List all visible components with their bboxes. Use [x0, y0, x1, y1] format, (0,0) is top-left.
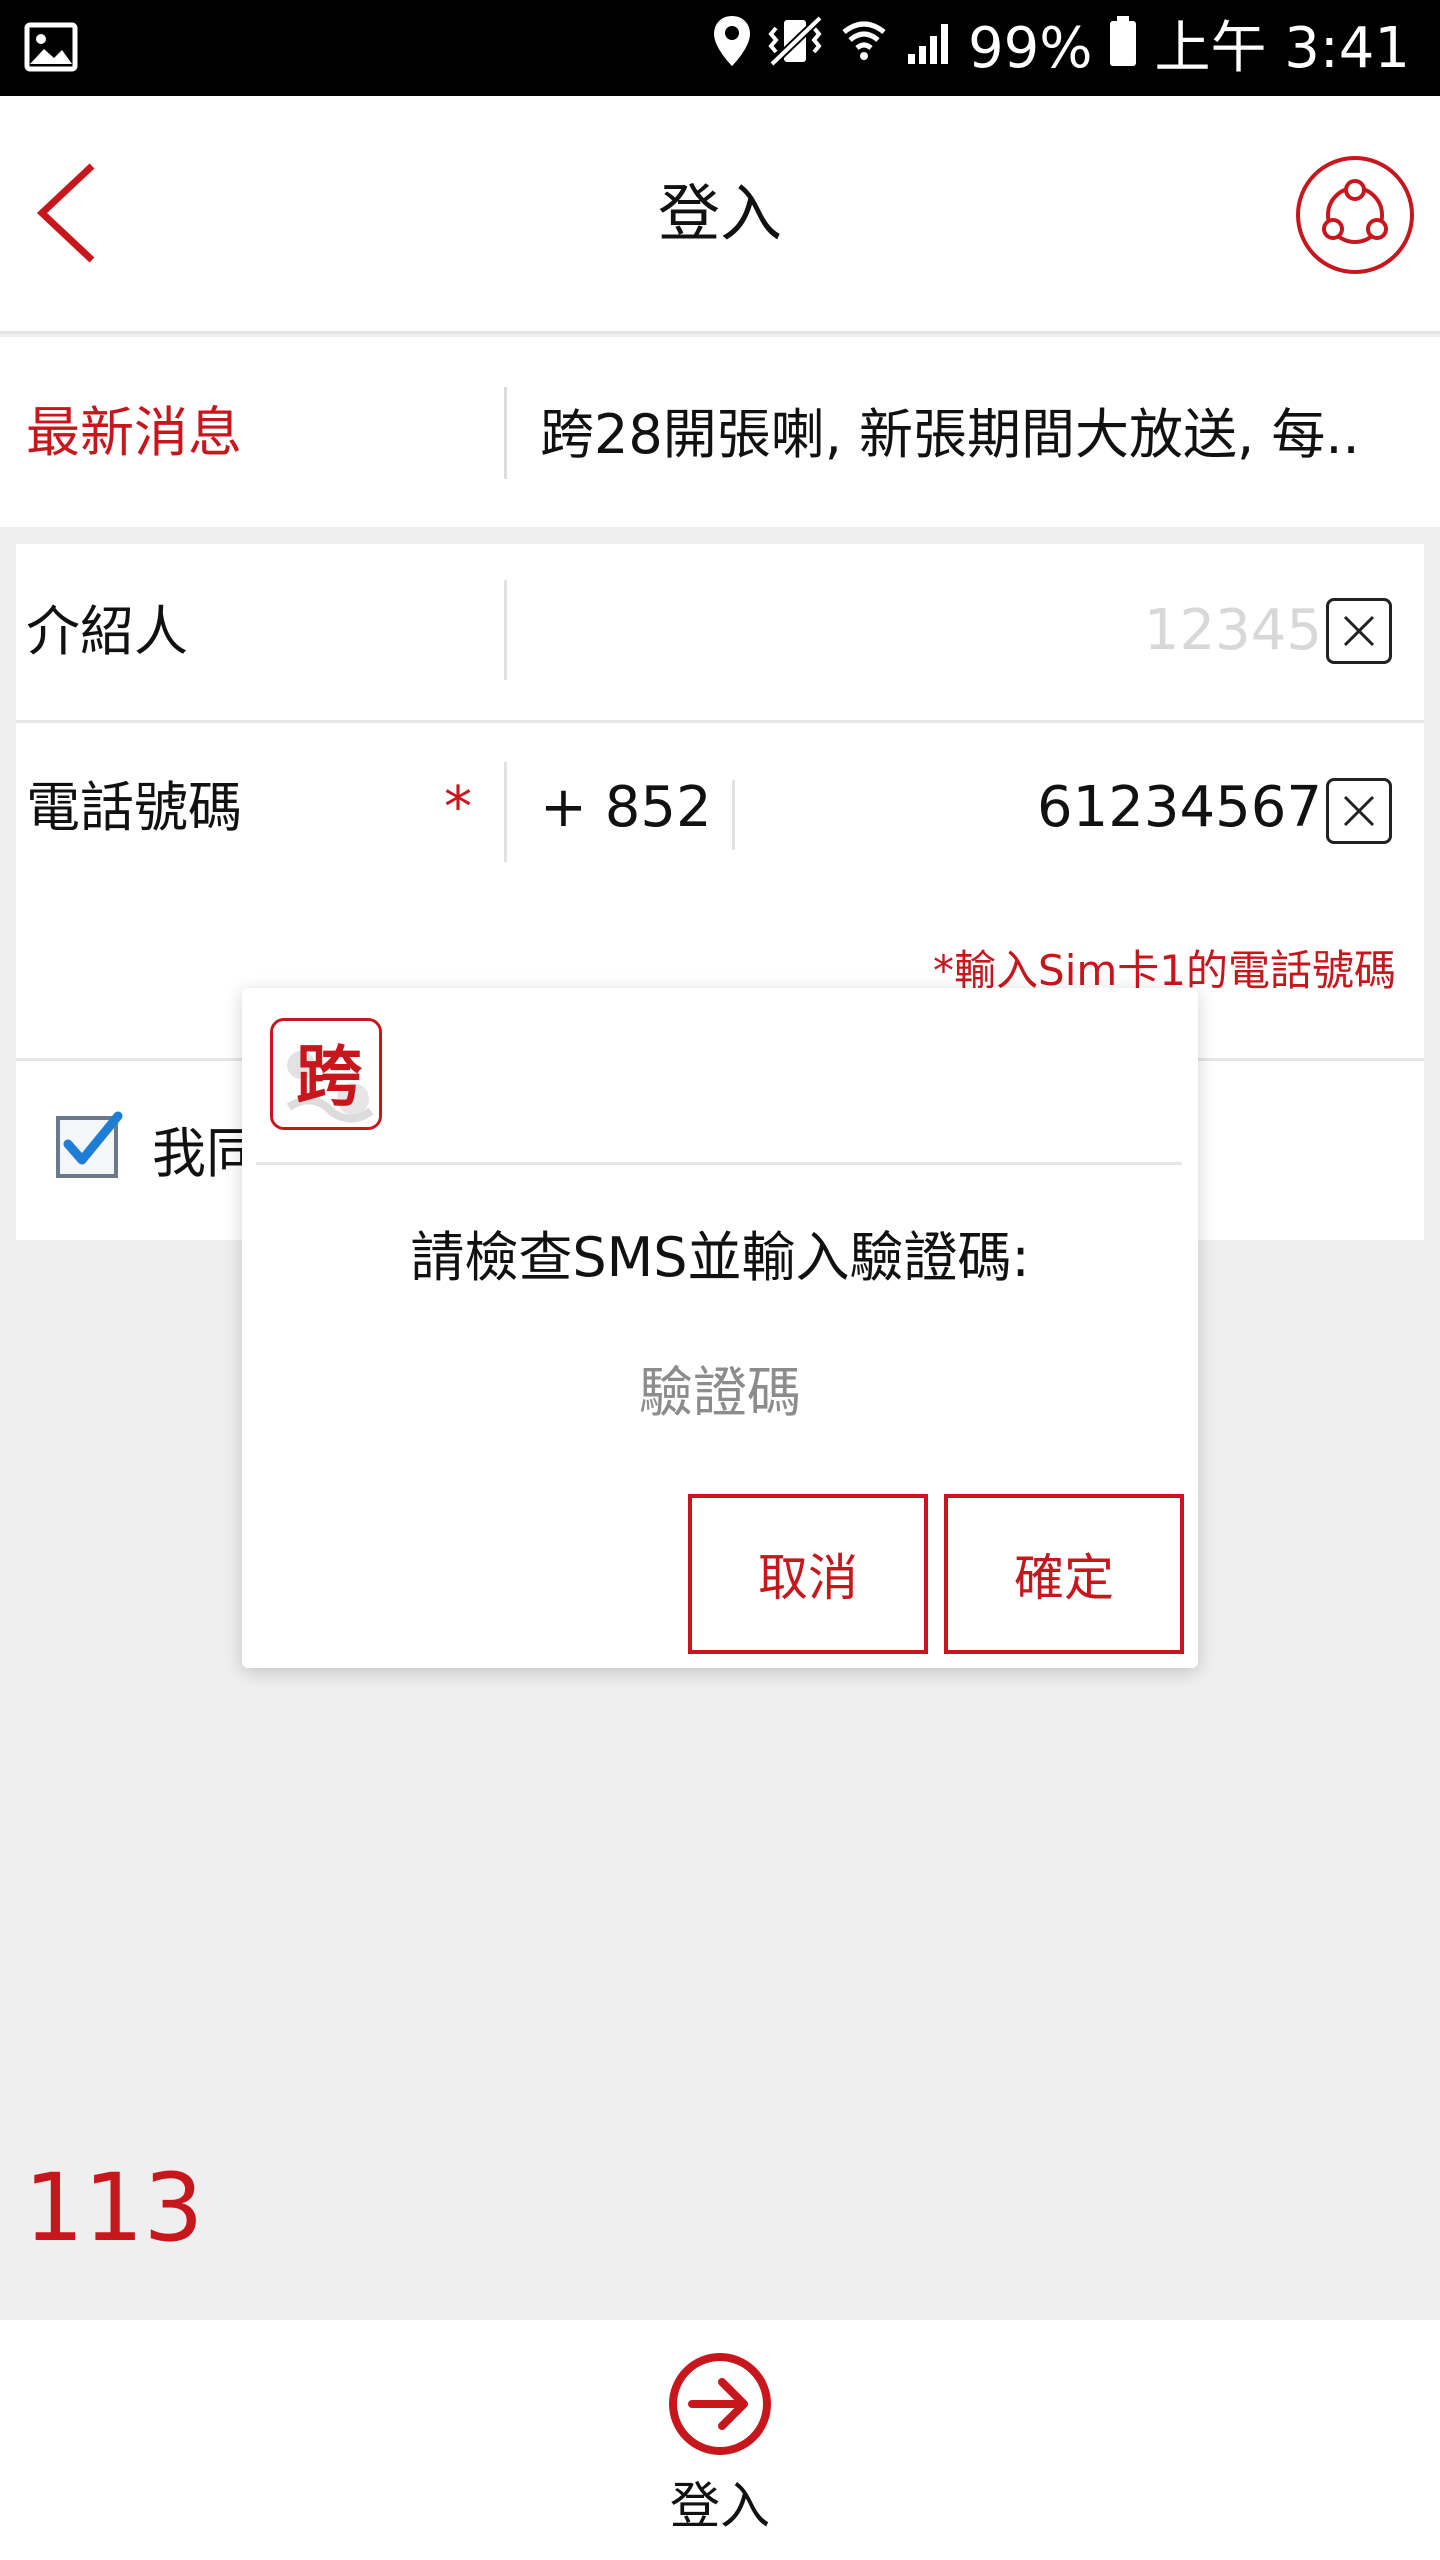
wifi-icon — [840, 14, 888, 84]
country-code-select[interactable]: + 852 — [540, 774, 712, 842]
news-text[interactable]: 跨28開張喇, 新張期間大放送, 每.. — [540, 401, 1420, 469]
battery-percent: 99% — [967, 16, 1093, 81]
clock: 上午 3:41 — [1154, 16, 1410, 81]
status-bar: 99% 上午 3:41 — [0, 0, 1440, 96]
referrer-input[interactable] — [536, 594, 1322, 666]
phone-clear-button[interactable] — [1326, 778, 1392, 844]
location-icon — [712, 14, 752, 84]
dialog-divider — [256, 1162, 1182, 1165]
dialog-message: 請檢查SMS並輸入驗證碼: — [410, 1226, 1030, 1289]
close-icon — [1343, 795, 1375, 827]
referrer-divider — [504, 580, 507, 680]
phone-label-divider — [504, 762, 507, 862]
row-divider — [16, 720, 1424, 723]
app-logo: 跨 — [270, 1018, 382, 1130]
page-title: 登入 — [657, 177, 782, 250]
verification-dialog: 跨 請檢查SMS並輸入驗證碼: 取消 確定 — [242, 988, 1198, 1668]
svg-text:跨: 跨 — [296, 1038, 363, 1115]
required-mark: * — [444, 775, 472, 840]
login-label[interactable]: 登入 — [0, 2474, 1440, 2538]
country-code-divider — [732, 780, 735, 850]
verification-code-input[interactable] — [420, 1350, 1020, 1434]
news-ticker[interactable]: 最新消息 跨28開張喇, 新張期間大放送, 每.. — [0, 337, 1440, 527]
close-icon — [1343, 615, 1375, 647]
bottom-bar: 登入 — [0, 2320, 1440, 2560]
checkmark-icon — [56, 1111, 123, 1178]
news-label: 最新消息 — [26, 401, 242, 464]
login-button[interactable] — [666, 2350, 774, 2458]
battery-icon — [1108, 14, 1138, 84]
app-header: 登入 — [0, 96, 1440, 334]
referrer-label: 介紹人 — [26, 600, 188, 663]
phone-label: 電話號碼 — [26, 776, 242, 839]
cancel-button[interactable]: 取消 — [688, 1494, 928, 1654]
countdown-counter: 113 — [24, 2154, 204, 2263]
share-icon — [1296, 156, 1414, 274]
signal-icon — [904, 14, 952, 84]
share-button[interactable] — [1294, 154, 1416, 276]
agree-checkbox[interactable] — [54, 1110, 124, 1180]
referrer-clear-button[interactable] — [1326, 598, 1392, 664]
vibrate-icon — [768, 14, 824, 84]
image-icon — [24, 22, 78, 76]
confirm-button[interactable]: 確定 — [944, 1494, 1184, 1654]
arrow-circle-right-icon — [669, 2353, 771, 2455]
phone-input[interactable]: 61234567 — [756, 774, 1322, 842]
news-divider — [504, 387, 507, 479]
